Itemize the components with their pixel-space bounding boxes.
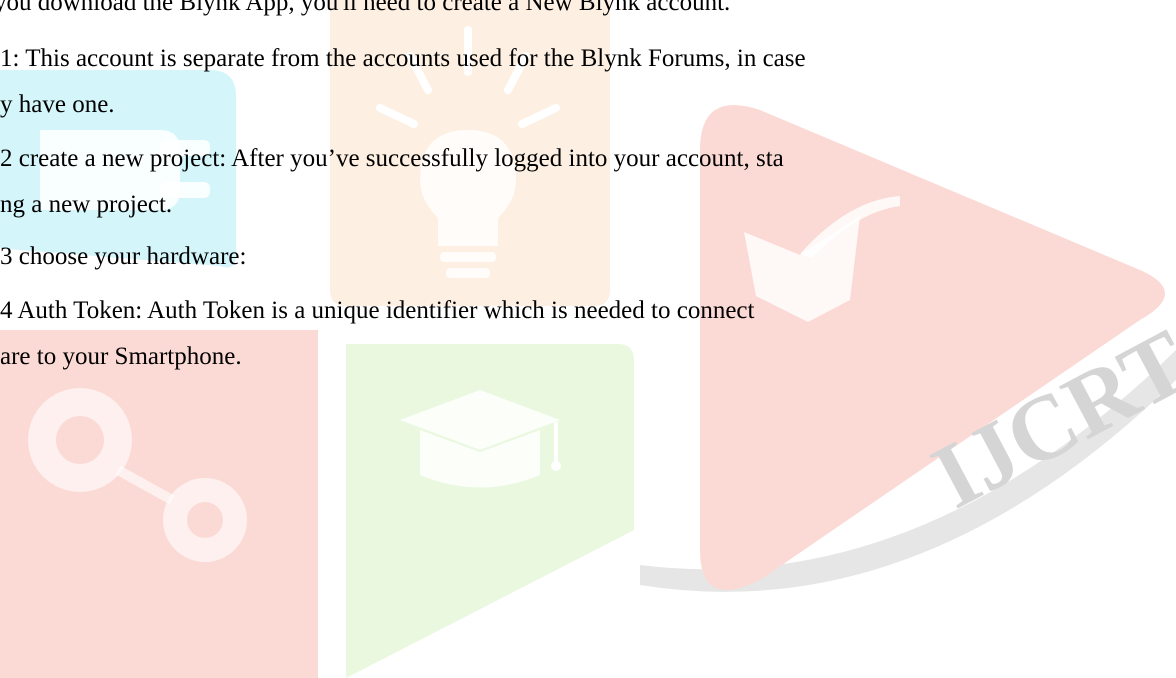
page: IJCRT you download the Blynk App, you'll…	[0, 0, 1176, 678]
text-line: 3 choose your hardware:	[0, 243, 247, 270]
text-line: 2 create a new project: After you’ve suc…	[0, 145, 784, 172]
text-line: 1: This account is separate from the acc…	[0, 45, 806, 72]
text-line: are to your Smartphone.	[0, 343, 242, 370]
text-line: 4 Auth Token: Auth Token is a unique ide…	[0, 297, 755, 324]
graduation-cap-icon	[346, 344, 634, 678]
gears-icon	[0, 330, 318, 678]
text-line: y have one.	[0, 91, 115, 118]
ijcrt-watermark-logo: IJCRT	[0, 0, 1176, 678]
text-line: ng a new project.	[0, 191, 173, 218]
text-line: you download the Blynk App, you'll need …	[0, 0, 731, 16]
